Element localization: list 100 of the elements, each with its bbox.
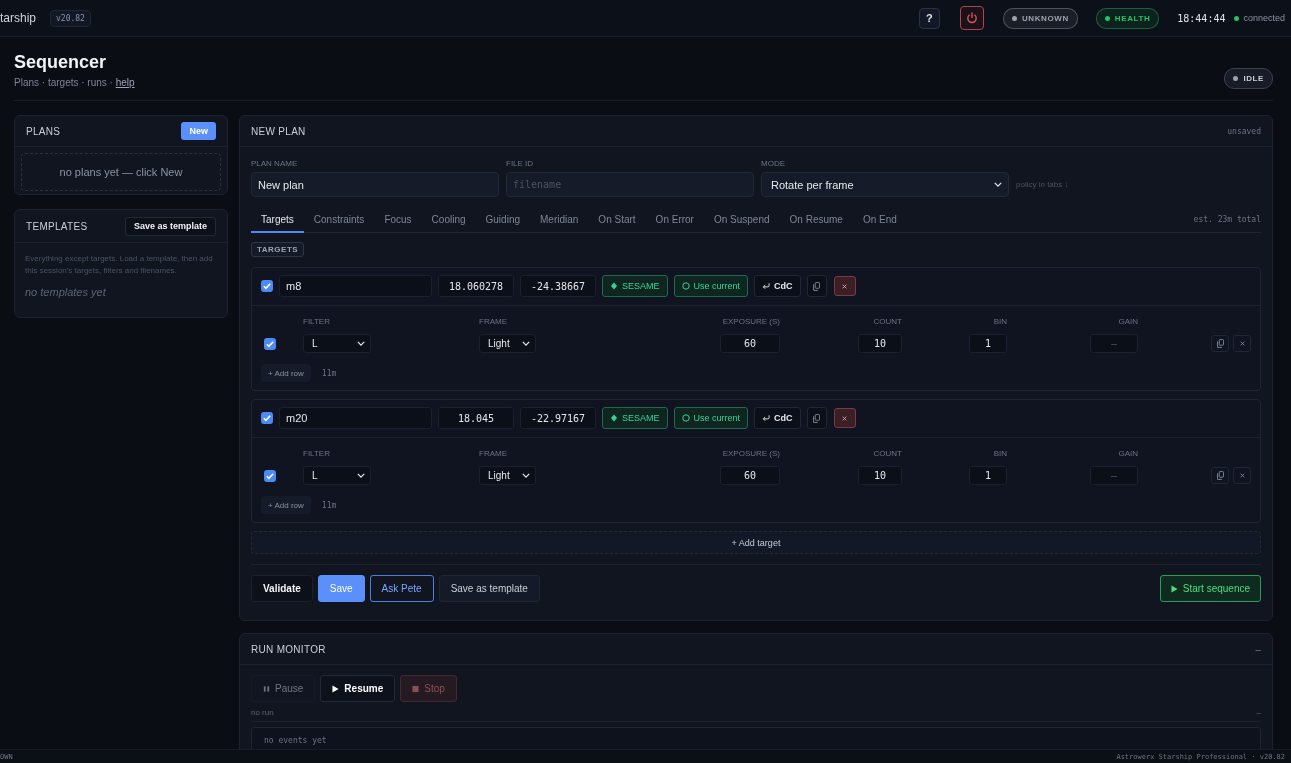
checkbox[interactable]: [261, 280, 273, 292]
bin-field[interactable]: 1: [969, 466, 1007, 485]
collapse-button[interactable]: –: [1256, 708, 1261, 717]
target-name-field[interactable]: m8: [279, 275, 432, 297]
dropdown[interactable]: Rotate per frame: [761, 172, 1009, 197]
column-header: FILTER: [303, 448, 331, 460]
close-icon: [1239, 473, 1245, 478]
page-subtitle: Plans · targets · runs · help: [14, 76, 135, 90]
tab[interactable]: On Start: [588, 207, 646, 233]
status-label: UNKNOWN: [1021, 13, 1069, 23]
play-icon: [1170, 584, 1178, 593]
dec-field[interactable]: -24.38667: [520, 275, 596, 297]
filter-dropdown[interactable]: L: [303, 334, 371, 353]
cdc-button[interactable]: CdC: [754, 275, 801, 297]
tab[interactable]: Focus: [374, 207, 422, 233]
frame-dropdown[interactable]: Light: [479, 466, 536, 485]
field-label: MODE: [761, 159, 786, 169]
panel-title: RUN MONITOR: [251, 643, 326, 655]
state-label: IDLE: [1243, 74, 1264, 83]
column-header: FRAME: [479, 316, 508, 328]
target-name-field[interactable]: m20: [279, 407, 432, 429]
column-header: GAIN: [1118, 316, 1138, 328]
play-icon: [332, 684, 340, 693]
clock: 18:44:44: [1177, 12, 1226, 24]
checkbox[interactable]: [264, 469, 276, 482]
power-button[interactable]: [959, 6, 984, 30]
empty-state: no events yet: [264, 736, 327, 745]
gain-field[interactable]: –: [1090, 466, 1138, 485]
panel-title: PLANS: [26, 125, 61, 137]
ask-button[interactable]: Ask Pete: [369, 575, 434, 602]
resume-button[interactable]: Resume: [320, 675, 396, 702]
column-header: BIN: [993, 316, 1007, 328]
dec-field[interactable]: -22.97167: [520, 407, 596, 429]
tab[interactable]: Meridian: [530, 207, 589, 233]
app-name: tarship: [0, 11, 37, 25]
tab[interactable]: On Error: [645, 207, 704, 233]
field-label: FILE ID: [506, 159, 535, 169]
cdc-button[interactable]: CdC: [754, 407, 801, 429]
add-row-button[interactable]: + Add row: [261, 364, 311, 382]
chevron-icon: [994, 182, 1002, 187]
duration-text: 11m: [321, 368, 337, 378]
help-link[interactable]: help: [115, 77, 135, 88]
start-sequence-button[interactable]: Start sequence: [1159, 575, 1261, 602]
circle-icon: [681, 414, 690, 422]
empty-state: no plans yet — click New: [21, 153, 221, 191]
ra-field[interactable]: 18.045: [438, 407, 514, 429]
frame-dropdown[interactable]: Light: [479, 334, 536, 353]
save-status: unsaved: [1227, 126, 1261, 136]
column-header: EXPOSURE (S): [722, 448, 780, 460]
chevron-icon: [357, 473, 365, 478]
count-field[interactable]: 10: [858, 334, 902, 353]
panel-title: TEMPLATES: [26, 220, 88, 232]
close-icon: [1239, 341, 1245, 346]
use-current-button[interactable]: Use current: [673, 407, 749, 429]
bin-field[interactable]: 1: [969, 334, 1007, 353]
power-icon: [965, 12, 978, 24]
close-icon: [842, 283, 848, 289]
tab[interactable]: Targets: [251, 207, 304, 233]
column-header: FILTER: [303, 316, 331, 328]
add-target-button[interactable]: + Add target: [251, 531, 1261, 554]
help-button[interactable]: ?: [918, 7, 940, 29]
use-current-button[interactable]: Use current: [673, 275, 749, 297]
column-header: FRAME: [479, 448, 508, 460]
tab[interactable]: Cooling: [421, 207, 476, 233]
filter-dropdown[interactable]: L: [303, 466, 371, 485]
circle-icon: [681, 282, 690, 290]
text-field[interactable]: filename: [506, 172, 754, 197]
copy-icon: [1216, 339, 1224, 348]
copy-button[interactable]: [806, 407, 827, 429]
page-title: Sequencer: [14, 51, 108, 73]
checkbox[interactable]: [261, 412, 273, 424]
section-badge: TARGETS: [251, 242, 305, 257]
copy-icon: [813, 413, 821, 423]
checkbox[interactable]: [264, 337, 276, 350]
ra-field[interactable]: 18.060278: [438, 275, 514, 297]
column-header: EXPOSURE (S): [722, 316, 780, 328]
column-header: BIN: [993, 448, 1007, 460]
tab[interactable]: Guiding: [475, 207, 530, 233]
copy-button[interactable]: [1211, 335, 1229, 352]
save-template-button[interactable]: Save as template: [124, 216, 216, 236]
add-row-button[interactable]: + Add row: [261, 496, 311, 514]
copy-button[interactable]: [806, 275, 827, 297]
pause-icon: [263, 684, 270, 693]
save-template-button[interactable]: Save as template: [438, 575, 540, 602]
tab[interactable]: On End: [852, 207, 907, 233]
exposure-field[interactable]: 60: [720, 334, 780, 353]
return-arrow-icon: [762, 414, 771, 422]
tab[interactable]: On Suspend: [703, 207, 780, 233]
exposure-field[interactable]: 60: [720, 466, 780, 485]
text-field[interactable]: New plan: [251, 172, 499, 197]
copy-button[interactable]: [1211, 467, 1229, 484]
sesame-button[interactable]: SESAME: [602, 407, 668, 429]
tab[interactable]: Constraints: [303, 207, 375, 233]
tab[interactable]: On Resume: [779, 207, 853, 233]
validate-button[interactable]: Validate: [251, 575, 313, 602]
collapse-button[interactable]: –: [1255, 643, 1261, 655]
count-field[interactable]: 10: [858, 466, 902, 485]
sesame-button[interactable]: SESAME: [602, 275, 668, 297]
chevron-icon: [522, 341, 530, 346]
gain-field[interactable]: –: [1090, 334, 1138, 353]
